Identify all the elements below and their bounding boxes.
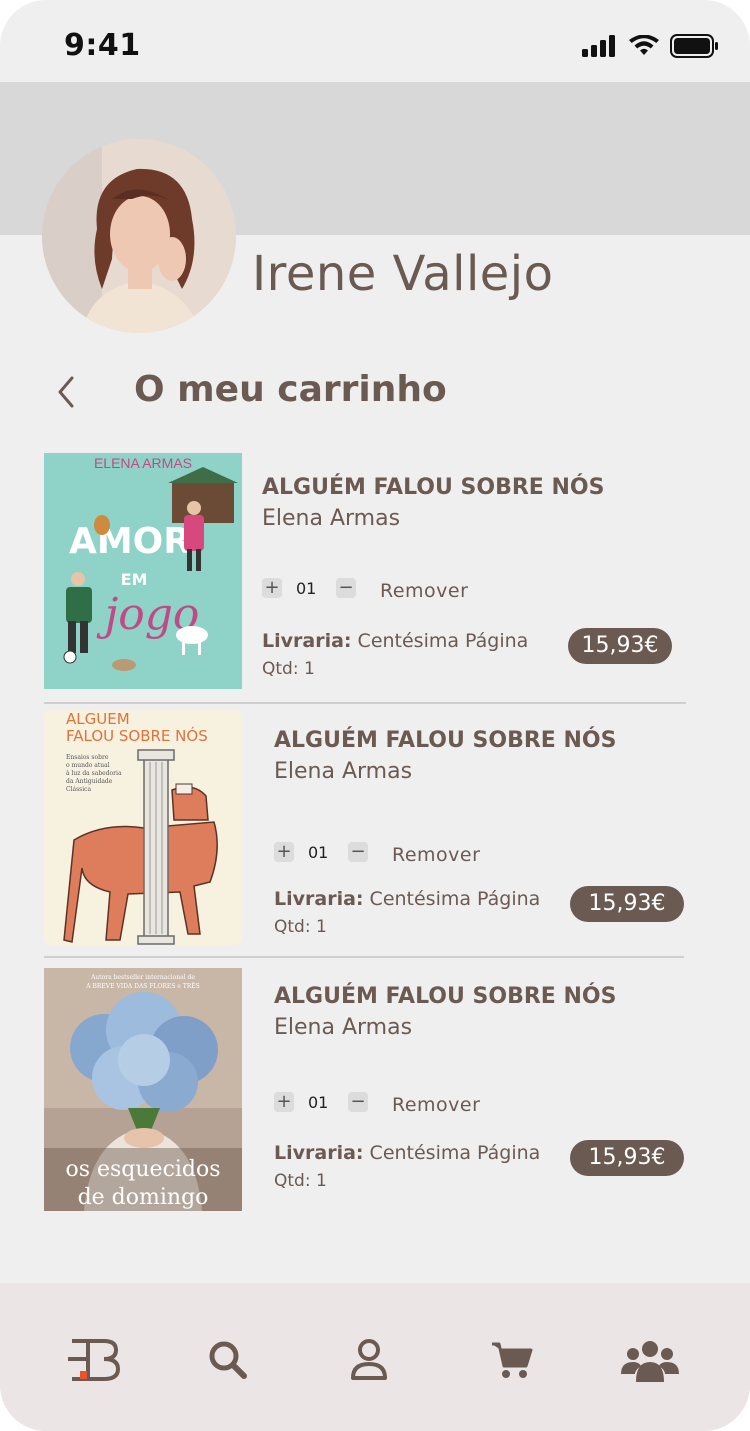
bottom-nav (0, 1283, 750, 1431)
cover-tagline1: Autora bestseller internacional de (90, 974, 195, 981)
chevron-left-icon (58, 376, 74, 408)
remove-button[interactable]: Remover (392, 1094, 480, 1116)
store-line: Livraria: Centésima Página (262, 630, 528, 652)
status-icons (582, 34, 720, 58)
item-author: Elena Armas (274, 759, 413, 784)
book-cover[interactable]: Autora bestseller internacional de A BRE… (44, 968, 242, 1211)
book-cover-art: ALGUEM FALOU SOBRE NÓS Ensaios sobre o m… (44, 710, 242, 945)
signal-icon (582, 35, 615, 57)
increase-quantity-button[interactable]: + (274, 842, 294, 862)
logo-icon (68, 1339, 121, 1381)
status-bar: 9:41 (0, 0, 750, 82)
decrease-quantity-button[interactable]: − (348, 1092, 368, 1112)
item-author: Elena Armas (274, 1015, 413, 1040)
nav-cart[interactable] (484, 1335, 540, 1385)
community-icon (621, 1341, 679, 1382)
remove-button[interactable]: Remover (392, 844, 480, 866)
price-badge: 15,93€ (570, 886, 684, 922)
cover-title-line1: os esquecidos (65, 1157, 220, 1182)
user-icon (351, 1339, 387, 1380)
nav-search[interactable] (200, 1335, 256, 1385)
nav-profile[interactable] (341, 1335, 397, 1385)
store-label: Livraria: (274, 888, 364, 910)
item-title[interactable]: ALGUÉM FALOU SOBRE NÓS (274, 984, 616, 1009)
store-name: Centésima Página (369, 1142, 541, 1164)
increase-quantity-button[interactable]: + (262, 578, 282, 598)
search-icon (209, 1341, 247, 1379)
cover-subtitle3: à luz da sabedoria (66, 770, 122, 777)
avatar[interactable] (42, 139, 236, 333)
wifi-icon (629, 35, 659, 55)
cart-item: ELENA ARMAS AMOR EM jogo ALGUÉM FALOU SO… (0, 453, 750, 704)
battery-icon (670, 34, 718, 58)
book-cover[interactable]: ALGUEM FALOU SOBRE NÓS Ensaios sobre o m… (44, 710, 242, 945)
item-author: Elena Armas (262, 506, 401, 531)
quantity-value: 01 (308, 1093, 329, 1112)
profile-name: Irene Vallejo (252, 246, 554, 302)
item-title[interactable]: ALGUÉM FALOU SOBRE NÓS (274, 728, 616, 753)
increase-quantity-button[interactable]: + (274, 1092, 294, 1112)
page-title: O meu carrinho (134, 369, 447, 410)
price-badge: 15,93€ (568, 628, 672, 664)
price-badge: 15,93€ (570, 1140, 684, 1176)
cover-title-text: AMOR (69, 521, 191, 562)
cover-title-line2: de domingo (78, 1185, 209, 1210)
store-name: Centésima Página (357, 630, 529, 652)
quantity-value: 01 (308, 843, 329, 862)
store-line: Livraria: Centésima Página (274, 1142, 540, 1164)
cover-title-line1: ALGUEM (66, 710, 130, 728)
qtd-line: Qtd: 1 (262, 659, 315, 679)
phone-screen: 9:41 Irene Vallejo O meu carrinho ELENA … (0, 0, 750, 1431)
cover-author-text: ELENA ARMAS (94, 455, 192, 471)
store-name: Centésima Página (369, 888, 541, 910)
store-line: Livraria: Centésima Página (274, 888, 540, 910)
cover-subtitle4: da Antiguidade (66, 778, 113, 785)
item-divider (44, 956, 684, 958)
cover-subtitle-text: EM (121, 570, 148, 589)
item-title[interactable]: ALGUÉM FALOU SOBRE NÓS (262, 475, 604, 500)
avatar-photo (42, 139, 236, 333)
cart-icon (492, 1342, 533, 1378)
cart-item: ALGUEM FALOU SOBRE NÓS Ensaios sobre o m… (0, 708, 750, 958)
decrease-quantity-button[interactable]: − (348, 842, 368, 862)
qtd-line: Qtd: 1 (274, 1171, 327, 1191)
qtd-line: Qtd: 1 (274, 917, 327, 937)
remove-button[interactable]: Remover (380, 580, 468, 602)
book-cover-art: ELENA ARMAS AMOR EM jogo (44, 453, 242, 689)
store-label: Livraria: (262, 630, 352, 652)
decrease-quantity-button[interactable]: − (336, 578, 356, 598)
cart-item: Autora bestseller internacional de A BRE… (0, 966, 750, 1216)
item-divider (44, 702, 686, 704)
status-time: 9:41 (64, 28, 141, 63)
book-cover-art: Autora bestseller internacional de A BRE… (44, 968, 242, 1211)
book-cover[interactable]: ELENA ARMAS AMOR EM jogo (44, 453, 242, 689)
store-label: Livraria: (274, 1142, 364, 1164)
cover-subtitle5: Clássica (66, 786, 92, 793)
nav-home[interactable] (66, 1335, 122, 1385)
cover-subtitle1: Ensaios sobre (66, 754, 109, 761)
quantity-value: 01 (296, 579, 317, 598)
cover-tagline2: A BREVE VIDA DAS FLORES e TRÊS (85, 982, 200, 990)
cover-subtitle2: o mundo atual (66, 762, 110, 769)
nav-community[interactable] (620, 1335, 680, 1385)
back-button[interactable] (52, 370, 82, 414)
cover-title-line2: FALOU SOBRE NÓS (66, 726, 208, 745)
